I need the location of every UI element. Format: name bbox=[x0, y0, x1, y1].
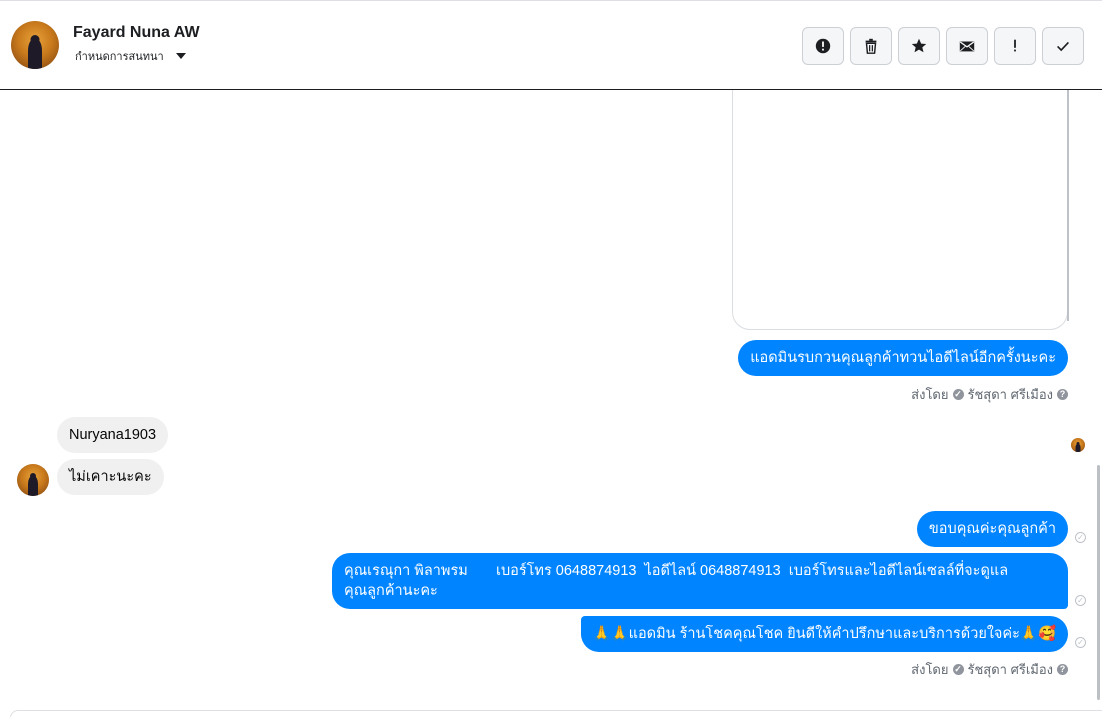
card-edge bbox=[1067, 90, 1069, 321]
delivered-check-icon: ✓ bbox=[1075, 595, 1086, 606]
trash-icon bbox=[865, 38, 877, 54]
alert-circle-icon bbox=[815, 38, 831, 54]
sent-by-prefix: ส่งโดย bbox=[911, 662, 949, 677]
contact-avatar[interactable] bbox=[11, 21, 59, 69]
sent-by-prefix: ส่งโดย bbox=[911, 387, 949, 402]
outgoing-message[interactable]: ขอบคุณค่ะคุณลูกค้า bbox=[916, 511, 1068, 547]
header-actions bbox=[802, 27, 1084, 65]
sent-by-label: ส่งโดย ✓ รัชสุดา ศรีเมือง ? bbox=[911, 659, 1068, 680]
message-thread[interactable]: แอดมินรบกวนคุณลูกค้าทวนไอดีไลน์อีกครั้งน… bbox=[0, 90, 1102, 710]
delivered-check-icon: ✓ bbox=[1075, 637, 1086, 648]
conversation-status-dropdown[interactable]: กำหนดการสนทนา bbox=[75, 47, 186, 65]
delete-button[interactable] bbox=[850, 27, 892, 65]
agent-check-icon: ✓ bbox=[952, 664, 964, 675]
incoming-message[interactable]: Nuryana1903 bbox=[57, 417, 169, 453]
agent-check-icon: ✓ bbox=[952, 389, 964, 400]
mark-unread-button[interactable] bbox=[946, 27, 988, 65]
sent-by-label: ส่งโดย ✓ รัชสุดา ศรีเมือง ? bbox=[911, 384, 1068, 405]
caret-down-icon bbox=[175, 53, 186, 59]
outgoing-message[interactable]: แอดมินรบกวนคุณลูกค้าทวนไอดีไลน์อีกครั้งน… bbox=[738, 340, 1068, 376]
exclamation-icon bbox=[1014, 39, 1016, 52]
checkmark-icon bbox=[1057, 41, 1069, 52]
conversation-status-label: กำหนดการสนทนา bbox=[75, 50, 164, 63]
outgoing-message[interactable]: 🙏🙏แอดมิน ร้านโชคคุณโชค ยินดีให้คำปรึกษาแ… bbox=[580, 616, 1068, 652]
seen-avatar bbox=[1071, 438, 1085, 452]
help-icon[interactable]: ? bbox=[1057, 664, 1068, 675]
star-button[interactable] bbox=[898, 27, 940, 65]
help-icon[interactable]: ? bbox=[1057, 389, 1068, 400]
attachment-card[interactable] bbox=[732, 90, 1069, 330]
message-line: คุณเรณุกา พิลาพรม เบอร์โทร 0648874913 ไอ… bbox=[344, 563, 1009, 579]
conversation-header: Fayard Nuna AW กำหนดการสนทนา bbox=[0, 0, 1102, 90]
composer-edge[interactable] bbox=[10, 710, 1102, 717]
star-icon bbox=[911, 38, 927, 53]
envelope-icon bbox=[959, 41, 975, 52]
sent-by-agent: รัชสุดา ศรีเมือง bbox=[967, 387, 1054, 402]
sent-by-agent: รัชสุดา ศรีเมือง bbox=[967, 662, 1054, 677]
scrollbar[interactable] bbox=[1097, 465, 1100, 700]
incoming-message[interactable]: ไม่เคาะนะคะ bbox=[57, 459, 164, 495]
message-line: คุณลูกค้านะคะ bbox=[344, 583, 438, 599]
outgoing-message[interactable]: คุณเรณุกา พิลาพรม เบอร์โทร 0648874913 ไอ… bbox=[332, 553, 1068, 609]
mark-important-button[interactable] bbox=[994, 27, 1036, 65]
mark-done-button[interactable] bbox=[1042, 27, 1084, 65]
delivered-check-icon: ✓ bbox=[1075, 532, 1086, 543]
contact-name[interactable]: Fayard Nuna AW bbox=[73, 24, 200, 42]
alert-button[interactable] bbox=[802, 27, 844, 65]
contact-avatar-small bbox=[17, 464, 49, 496]
